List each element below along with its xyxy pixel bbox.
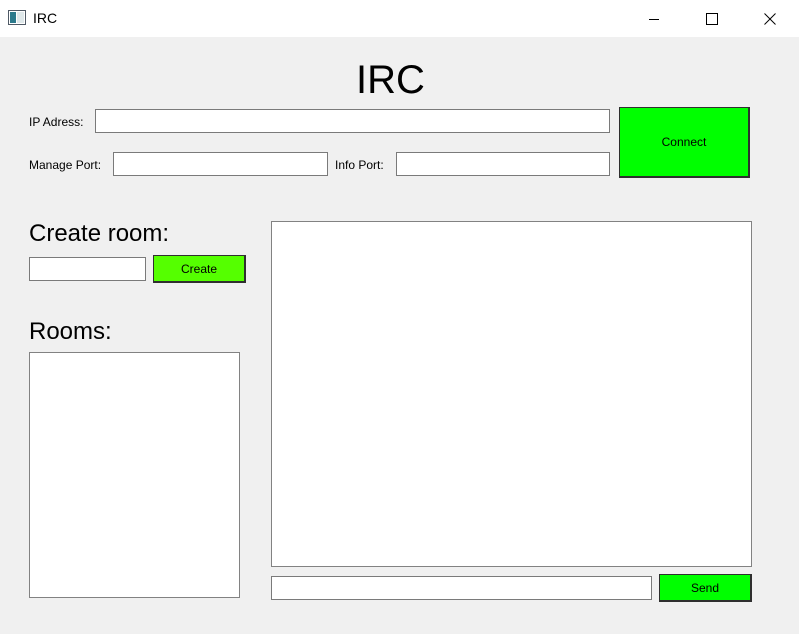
close-button[interactable] xyxy=(741,0,799,37)
minimize-button[interactable] xyxy=(625,0,683,37)
info-port-input[interactable] xyxy=(396,152,610,176)
send-button[interactable]: Send xyxy=(659,574,752,602)
window-title: IRC xyxy=(33,10,58,26)
info-port-label: Info Port: xyxy=(335,158,384,172)
create-room-heading: Create room: xyxy=(29,220,170,247)
maximize-icon xyxy=(706,12,718,25)
ip-address-label: IP Adress: xyxy=(29,115,84,129)
room-name-input[interactable] xyxy=(29,257,146,281)
rooms-list[interactable] xyxy=(29,352,240,598)
rooms-heading: Rooms: xyxy=(29,318,112,345)
app-heading: IRC xyxy=(356,58,425,102)
manage-port-input[interactable] xyxy=(113,152,328,176)
chat-messages-area[interactable] xyxy=(271,221,752,567)
minimize-icon xyxy=(648,13,660,25)
ip-address-input[interactable] xyxy=(95,109,610,133)
create-room-button[interactable]: Create xyxy=(153,255,246,283)
manage-port-label: Manage Port: xyxy=(29,158,102,172)
window-app-icon xyxy=(8,10,26,25)
window-titlebar[interactable]: IRC xyxy=(0,0,799,37)
connect-button[interactable]: Connect xyxy=(619,107,750,178)
close-icon xyxy=(764,12,776,25)
maximize-button[interactable] xyxy=(683,0,741,37)
message-input[interactable] xyxy=(271,576,652,600)
